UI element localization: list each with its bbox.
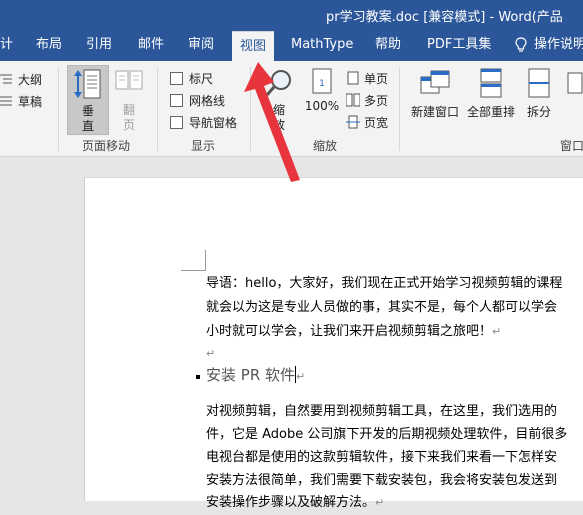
tab-layout[interactable]: 布局 [36, 28, 62, 61]
multiple-pages-icon [346, 93, 360, 107]
side-to-side-label: 翻页 [122, 103, 135, 132]
outline-icon [0, 74, 12, 84]
one-page-button[interactable]: 单页 [346, 68, 388, 88]
ruler-check-box[interactable] [170, 71, 183, 85]
body-line: 安装方法很简单，我们需要下载安装包，我会将安装包发送到 [206, 473, 558, 488]
tab-pdf-tools[interactable]: PDF工具集 [427, 28, 491, 61]
outline-button[interactable]: 大纲 [0, 69, 42, 89]
separator [58, 67, 59, 151]
side-by-side-icon [567, 72, 583, 94]
tab-design[interactable]: 计 [0, 28, 13, 61]
page-movement-group-label: 页面移动 [82, 139, 131, 153]
tab-view[interactable]: 视图 [232, 31, 275, 62]
tab-help[interactable]: 帮助 [375, 28, 401, 61]
tab-review[interactable]: 审阅 [188, 28, 214, 61]
ruler-label: 标尺 [189, 71, 214, 86]
outline-label: 大纲 [18, 72, 43, 87]
side-by-side-button[interactable] [564, 65, 583, 133]
heading-install-pr: 安装 PR 软件↵ [206, 366, 306, 384]
tab-mathtype[interactable]: MathType [291, 28, 353, 61]
page-width-label: 页宽 [364, 115, 389, 130]
tab-tell-me[interactable]: 操作说明 [514, 28, 583, 61]
body-line: 件，它是 Adobe 公司旗下开发的后期视频处理软件，目前很多 [206, 427, 568, 442]
tab-mailings[interactable]: 邮件 [138, 28, 164, 61]
gridlines-checkbox[interactable]: 网格线 [170, 90, 225, 110]
paragraph-mark: ↵ [296, 370, 306, 383]
arrange-all-button[interactable]: 全部重排 [464, 65, 518, 133]
empty-paragraph: ↵ [206, 342, 583, 366]
ribbon-tabs: 计 布局 引用 邮件 审阅 视图 MathType 帮助 PDF工具集 操作说明 [0, 28, 583, 62]
zoom-label: 缩放 [272, 103, 285, 132]
arrange-all-label: 全部重排 [466, 105, 515, 119]
lightbulb-icon [515, 36, 527, 52]
intro-line: 导语：hello，大家好，我们现在正式开始学习视频剪辑的课程 [206, 276, 563, 291]
show-group-label: 显示 [191, 139, 216, 153]
document-area[interactable]: 导语：hello，大家好，我们现在正式开始学习视频剪辑的课程 就会以为这是专业人… [0, 157, 583, 510]
arrange-all-icon [480, 68, 502, 98]
zoom-button[interactable]: 缩放 [260, 65, 298, 133]
ruler-checkbox[interactable]: 标尺 [170, 68, 213, 88]
intro-line: 小时就可以学会，让我们来开启视频剪辑之旅吧！↵ [206, 324, 502, 339]
one-page-label: 单页 [364, 71, 389, 86]
zoom-100-label: 100% [304, 99, 340, 113]
body-line: 对视频剪辑，自然要用到视频剪辑工具，在这里，我们选用的 [206, 404, 558, 419]
vertical-button[interactable]: 垂直 [67, 65, 109, 135]
vertical-scroll-icon [74, 69, 101, 99]
intro-line: 就会以为这是专业人员做的事，其实不是，每个人都可以学会 [206, 300, 558, 315]
nav-pane-check-box[interactable] [170, 115, 183, 129]
new-window-label: 新建窗口 [410, 105, 459, 119]
crop-mark [181, 270, 205, 271]
new-window-button[interactable]: 新建窗口 [408, 65, 462, 133]
document-page[interactable]: 导语：hello，大家好，我们现在正式开始学习视频剪辑的课程 就会以为这是专业人… [84, 177, 583, 510]
gridlines-label: 网格线 [189, 93, 226, 108]
one-page-icon [347, 71, 359, 85]
page-width-icon [346, 115, 360, 129]
nav-pane-label: 导航窗格 [189, 115, 238, 130]
magnifier-icon [265, 70, 291, 96]
side-to-side-icon [115, 70, 143, 90]
zoom-group-label: 缩放 [313, 139, 338, 153]
split-icon [528, 68, 550, 98]
svg-text:1: 1 [319, 79, 325, 89]
title-bar: pr学习教案.doc [兼容模式] - Word(产品 [0, 0, 583, 28]
paragraph-mark: ↵ [375, 496, 385, 509]
new-window-icon [420, 70, 450, 94]
body-line: 安装操作步骤以及破解方法。↵ [206, 495, 385, 510]
draft-button[interactable]: 草稿 [0, 91, 42, 111]
body-line: 电视台都是使用的这款剪辑软件，接下来我们来看一下怎样安 [206, 450, 558, 465]
split-button[interactable]: 拆分 [522, 65, 556, 133]
draft-icon [0, 96, 12, 106]
separator [250, 67, 251, 151]
draft-label: 草稿 [18, 94, 43, 109]
multiple-pages-label: 多页 [364, 93, 389, 108]
multiple-pages-button[interactable]: 多页 [346, 90, 388, 110]
page-width-button[interactable]: 页宽 [346, 112, 388, 132]
page-100-icon: 1 [312, 68, 332, 94]
separator [157, 67, 158, 151]
nav-pane-checkbox[interactable]: 导航窗格 [170, 112, 237, 132]
gridlines-check-box[interactable] [170, 93, 183, 107]
separator [399, 67, 400, 151]
window-group-label: 窗口 [560, 139, 583, 153]
paragraph-mark: ↵ [492, 325, 502, 338]
vertical-label: 垂直 [81, 104, 94, 133]
heading-bullet [196, 375, 200, 379]
paragraph-mark: ↵ [206, 347, 216, 360]
tab-references[interactable]: 引用 [86, 28, 112, 61]
window-title: pr学习教案.doc [兼容模式] - Word(产品 [326, 10, 563, 25]
zoom-100-button[interactable]: 1 100% [302, 65, 342, 133]
tell-me-label: 操作说明 [534, 37, 583, 52]
side-to-side-button[interactable]: 翻页 [111, 65, 147, 133]
split-label: 拆分 [526, 105, 551, 119]
crop-mark [205, 250, 206, 271]
ribbon: 大纲 草稿 垂直 翻页 页面移动 标尺 网格线 导航窗格 显示 缩放 1 100… [0, 61, 583, 157]
